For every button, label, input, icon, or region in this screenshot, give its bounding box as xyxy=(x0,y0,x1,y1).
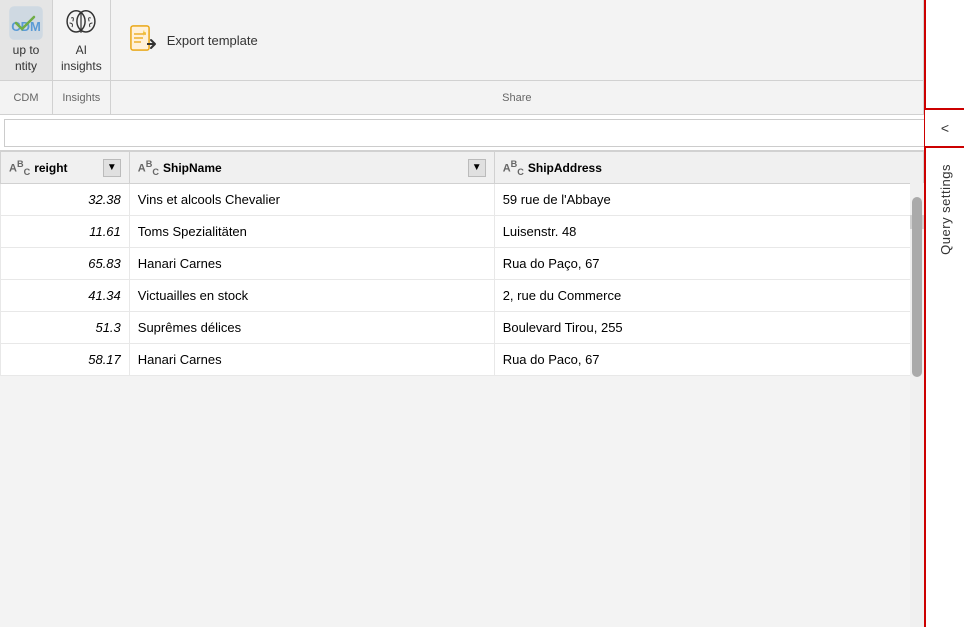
data-table: ABC reight ▼ ABC ShipName ▼ xyxy=(0,151,924,376)
export-icon xyxy=(127,24,159,56)
toolbar-section-cdm: CDM up tontity CDM xyxy=(0,0,53,114)
table-row: 11.61Toms SpezialitätenLuisenstr. 48 xyxy=(1,216,924,248)
table-wrapper: ABC reight ▼ ABC ShipName ▼ xyxy=(0,151,924,627)
cell-shipname: Vins et alcools Chevalier xyxy=(129,184,494,216)
table-row: 41.34Victuailles en stock2, rue du Comme… xyxy=(1,280,924,312)
main-content: ABC reight ▼ ABC ShipName ▼ xyxy=(0,151,924,627)
cdm-section-label: CDM xyxy=(0,80,52,114)
freight-filter-button[interactable]: ▼ xyxy=(103,159,121,177)
cell-freight: 32.38 xyxy=(1,184,130,216)
export-template-button[interactable]: Export template xyxy=(111,0,274,80)
shipaddress-col-label: ShipAddress xyxy=(528,161,602,175)
shipname-col-type: ABC xyxy=(138,159,159,177)
table-header-row: ABC reight ▼ ABC ShipName ▼ xyxy=(1,152,924,184)
table-row: 32.38Vins et alcools Chevalier59 rue de … xyxy=(1,184,924,216)
cell-shipaddress: Luisenstr. 48 xyxy=(494,216,923,248)
cell-shipaddress: Boulevard Tirou, 255 xyxy=(494,312,923,344)
panel-toggle-button[interactable]: < xyxy=(925,108,964,148)
share-section-label: Share xyxy=(111,80,923,114)
cell-freight: 41.34 xyxy=(1,280,130,312)
cdm-button[interactable]: CDM up tontity xyxy=(0,0,52,80)
ai-insights-label: AIinsights xyxy=(61,43,102,74)
filter-input-area xyxy=(4,119,928,147)
cell-shipaddress: 59 rue de l'Abbaye xyxy=(494,184,923,216)
table-row: 65.83Hanari CarnesRua do Paço, 67 xyxy=(1,248,924,280)
cdm-label: up tontity xyxy=(13,43,40,74)
cell-freight: 11.61 xyxy=(1,216,130,248)
shipname-col-label: ShipName xyxy=(163,161,222,175)
toolbar-section-insights: AIinsights Insights xyxy=(53,0,111,114)
toolbar: CDM up tontity CDM xyxy=(0,0,964,115)
col-header-freight: ABC reight ▼ xyxy=(1,152,130,184)
col-header-shipaddress: ABC ShipAddress xyxy=(494,152,923,184)
cell-shipname: Suprêmes délices xyxy=(129,312,494,344)
cell-shipname: Hanari Carnes xyxy=(129,344,494,376)
cell-freight: 65.83 xyxy=(1,248,130,280)
scrollbar-thumb[interactable] xyxy=(912,197,922,377)
ai-insights-button[interactable]: AIinsights xyxy=(53,0,110,80)
insights-section-label: Insights xyxy=(53,80,110,114)
cell-shipname: Toms Spezialitäten xyxy=(129,216,494,248)
cell-shipaddress: Rua do Paco, 67 xyxy=(494,344,923,376)
cell-shipaddress: 2, rue du Commerce xyxy=(494,280,923,312)
cell-freight: 51.3 xyxy=(1,312,130,344)
brain-icon xyxy=(63,5,99,41)
table-row: 51.3Suprêmes délicesBoulevard Tirou, 255 xyxy=(1,312,924,344)
toolbar-section-share: Export template Share xyxy=(111,0,924,114)
shipname-filter-button[interactable]: ▼ xyxy=(468,159,486,177)
cell-shipaddress: Rua do Paço, 67 xyxy=(494,248,923,280)
query-settings-panel: < Query settings xyxy=(924,0,964,627)
filter-bar: ∨ xyxy=(0,115,964,151)
col-header-shipname: ABC ShipName ▼ xyxy=(129,152,494,184)
cell-shipname: Victuailles en stock xyxy=(129,280,494,312)
cdm-icon: CDM xyxy=(8,5,44,41)
chevron-left-icon: < xyxy=(941,120,949,136)
scrollbar-track: ▲ xyxy=(910,183,924,627)
freight-col-type: ABC xyxy=(9,159,30,177)
export-template-label: Export template xyxy=(167,33,258,50)
shipaddress-col-type: ABC xyxy=(503,159,524,177)
cell-shipname: Hanari Carnes xyxy=(129,248,494,280)
table-row: 58.17Hanari CarnesRua do Paco, 67 xyxy=(1,344,924,376)
query-settings-label: Query settings xyxy=(938,164,953,255)
cell-freight: 58.17 xyxy=(1,344,130,376)
freight-col-label: reight xyxy=(34,161,67,175)
